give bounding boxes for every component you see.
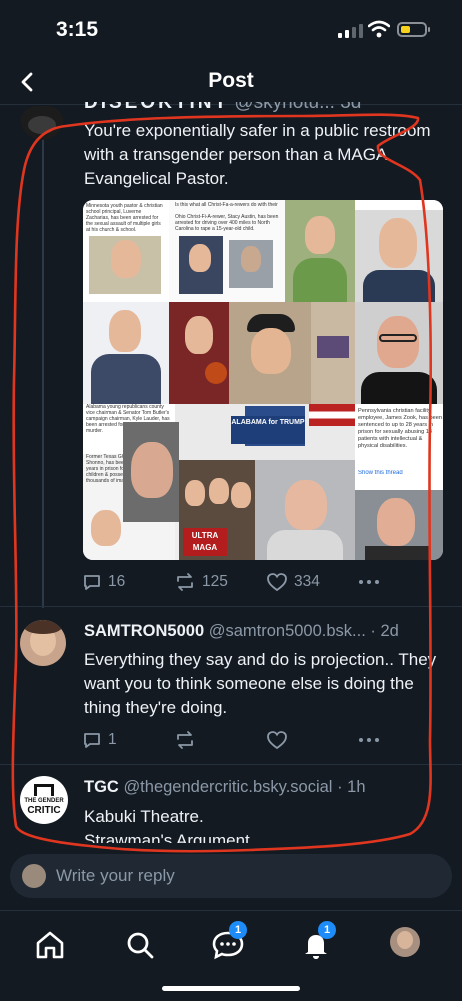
image-panel-6 <box>169 302 229 404</box>
reply-button[interactable]: 16 <box>82 572 125 592</box>
reply-icon <box>84 733 100 748</box>
image-panel-15: ULTRA MAGA <box>179 460 255 560</box>
reply2-text-line2: Strawman's Argument. <box>84 831 255 843</box>
reply1-time: · 2d <box>370 622 399 640</box>
like-icon <box>267 731 287 750</box>
wifi-icon <box>368 20 390 38</box>
image-panel-16 <box>255 460 355 560</box>
reply1-avatar[interactable] <box>20 620 66 666</box>
caption-2: Is this what all Christ-Fa-a-rewers do w… <box>175 202 278 208</box>
signal-icon <box>338 24 363 38</box>
post-header: Post <box>0 60 462 105</box>
repost-count: 125 <box>202 573 228 590</box>
reply1-name-line: SAMTRON5000 @samtron5000.bsk... · 2d <box>84 622 399 641</box>
reply-placeholder: Write your reply <box>56 866 175 885</box>
like-button[interactable]: 334 <box>266 572 320 592</box>
image-panel-2: Is this what all Christ-Fa-a-rewers do w… <box>169 200 285 302</box>
caption-3: Ohio Christ-Fi-A-rewer, Stacy Austin, ha… <box>175 214 279 232</box>
my-avatar <box>22 864 46 888</box>
battery-icon <box>397 22 430 37</box>
image-panel-17 <box>355 490 443 560</box>
reply1-reply-button[interactable]: 1 <box>82 730 117 750</box>
reply1-reply-count: 1 <box>108 731 117 748</box>
reply1-handle[interactable]: @samtron5000.bsk... <box>209 622 366 640</box>
divider <box>0 606 462 607</box>
status-bar: 3:15 <box>0 0 462 60</box>
caption-6: Pennsylvania christian facility employee… <box>358 408 442 449</box>
search-icon[interactable] <box>120 925 160 965</box>
image-panel-1: Minnesota youth pastor & christian schoo… <box>83 200 169 302</box>
reply1-like-button[interactable] <box>266 730 288 750</box>
image-panel-7 <box>229 302 311 404</box>
show-thread-link: Show this thread <box>358 470 403 476</box>
more-icon[interactable] <box>358 578 380 586</box>
more-icon[interactable] <box>358 736 380 744</box>
chat-badge: 1 <box>229 921 247 939</box>
page-title: Post <box>208 69 254 92</box>
image-panel-12: Pennsylvania christian facility employee… <box>355 404 443 490</box>
reply2-avatar-logo-line2: CRITIC <box>27 805 61 816</box>
repost-icon <box>177 573 193 591</box>
reply2-avatar[interactable]: THE GENDER CRITIC <box>20 776 68 824</box>
reply2-text-line1: Kabuki Theatre. <box>84 807 204 826</box>
like-count: 334 <box>294 573 320 590</box>
image-panel-8 <box>311 302 355 404</box>
post-text: You're exponentially safer in a public r… <box>84 121 431 188</box>
reply1-display-name[interactable]: SAMTRON5000 <box>84 622 204 640</box>
home-icon[interactable] <box>30 925 70 965</box>
repost-icon <box>177 731 193 749</box>
reply1-repost-button[interactable] <box>174 730 196 750</box>
notifications-badge: 1 <box>318 921 336 939</box>
repost-button[interactable]: 125 <box>174 572 228 592</box>
caption-1: Minnesota youth pastor & christian schoo… <box>86 203 163 233</box>
image-panel-5 <box>83 302 169 404</box>
home-indicator <box>162 986 300 991</box>
reply2-display-name[interactable]: TGC <box>84 778 119 796</box>
reply-icon <box>84 575 100 590</box>
reply2-handle[interactable]: @thegendercritic.bsky.social <box>123 778 332 796</box>
post-image[interactable]: Minnesota youth pastor & christian schoo… <box>83 200 443 560</box>
profile-tab-avatar[interactable] <box>390 927 420 957</box>
reply-count: 16 <box>108 573 126 590</box>
reply2-time: · 1h <box>337 778 366 796</box>
reply2-avatar-logo-line1: THE GENDER <box>24 798 64 804</box>
image-panel-9 <box>355 302 443 404</box>
like-icon <box>267 573 287 592</box>
alabama-trump-badge: ALABAMA for TRUMP <box>231 416 305 444</box>
image-panel-3 <box>285 200 355 302</box>
reply1-text: Everything they say and do is projection… <box>84 650 437 717</box>
ultra-maga-badge: ULTRA MAGA <box>183 528 227 556</box>
reply-composer[interactable]: Write your reply <box>10 854 452 898</box>
reply2-name-line: TGC @thegendercritic.bsky.social · 1h <box>84 778 366 797</box>
divider <box>0 764 462 765</box>
image-panel-14 <box>123 422 179 522</box>
thread-connector <box>42 128 44 608</box>
image-panel-11: ALABAMA for TRUMP <box>175 404 355 460</box>
status-time: 3:15 <box>56 18 99 41</box>
image-panel-4 <box>355 200 443 302</box>
